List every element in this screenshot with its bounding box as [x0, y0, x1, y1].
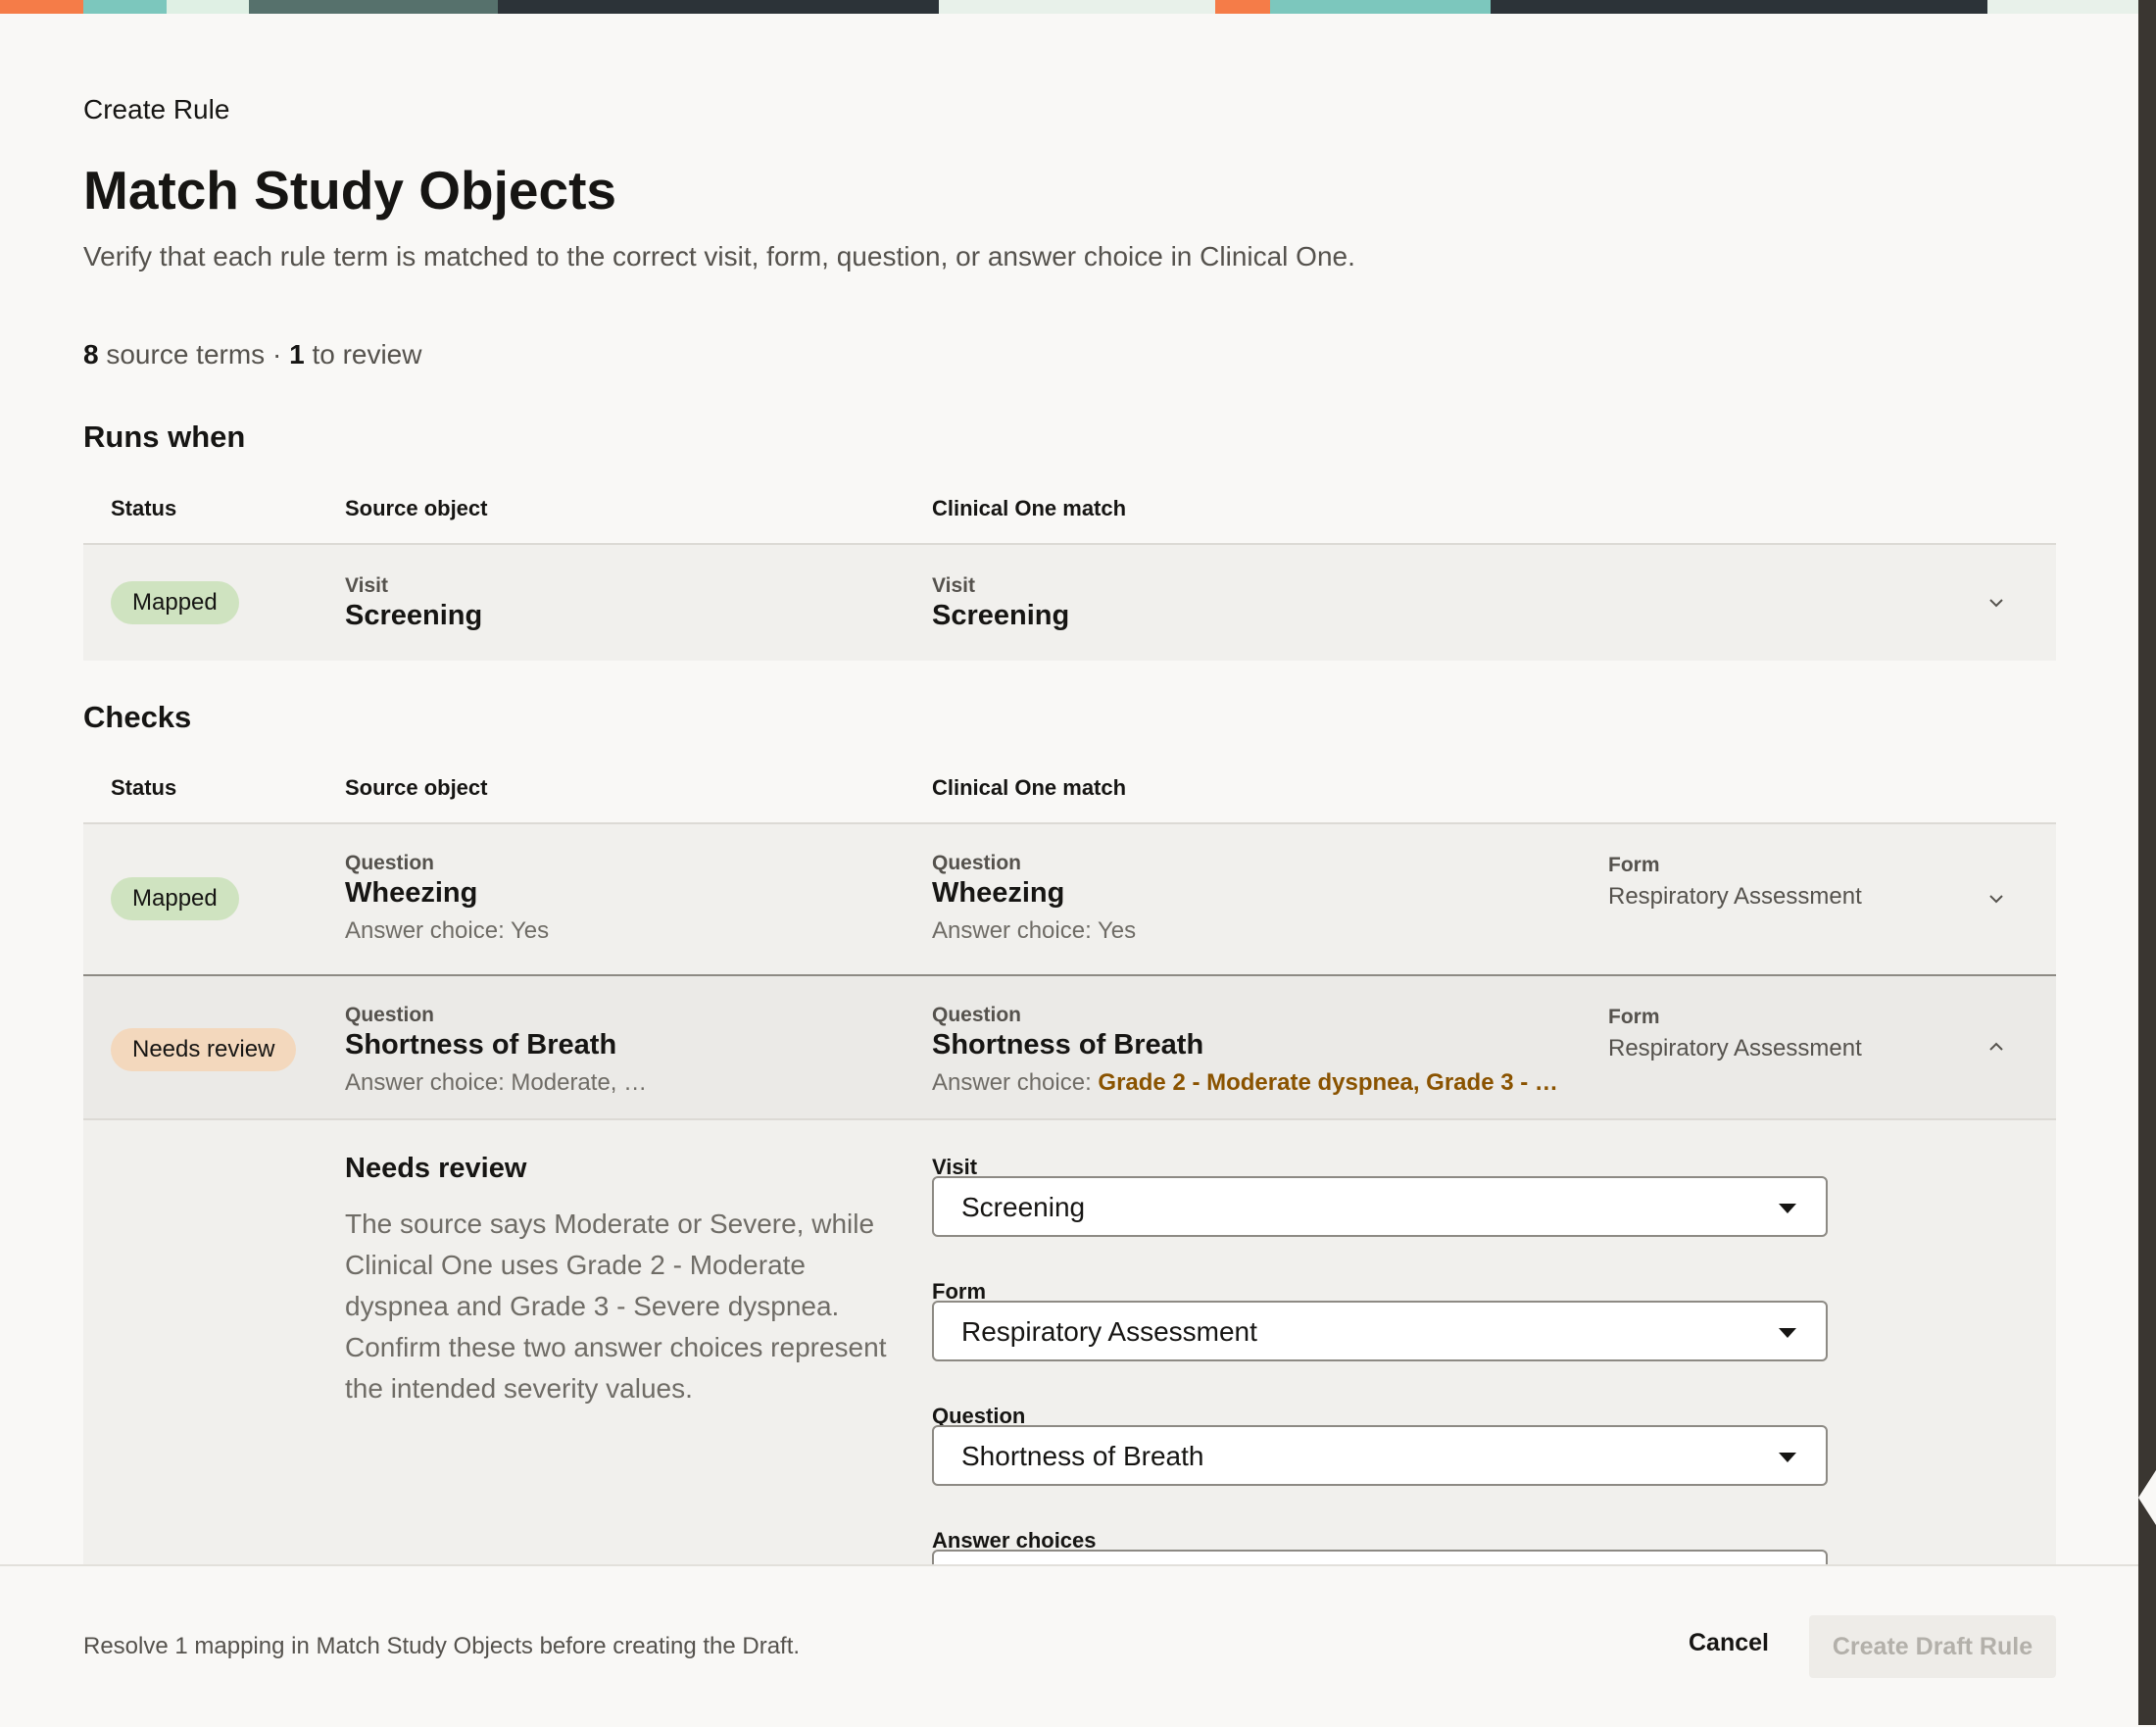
caret-down-icon	[1779, 1453, 1796, 1462]
modal-content: Create Rule Match Study Objects Verify t…	[83, 14, 2056, 1564]
banner-segment	[0, 0, 83, 14]
detail-description: The source says Moderate or Severe, whil…	[345, 1209, 887, 1404]
footer-bar: Resolve 1 mapping in Match Study Objects…	[0, 1564, 2138, 1727]
table-row[interactable]: Mapped Visit Screening Visit Screening	[83, 545, 2056, 661]
banner-segment	[1987, 0, 2156, 14]
checks-heading: Checks	[83, 700, 192, 734]
form-info: Form Respiratory Assessment	[1608, 854, 1862, 911]
create-draft-rule-button[interactable]: Create Draft Rule	[1809, 1615, 2056, 1678]
source-answer: Answer choice: Moderate, …	[345, 1069, 648, 1096]
page-subtitle: Verify that each rule term is matched to…	[83, 241, 1355, 271]
source-type: Question	[345, 1004, 435, 1026]
chevron-down-icon[interactable]	[1985, 888, 2007, 910]
form-select[interactable]: Respiratory Assessment	[932, 1301, 1828, 1361]
chevron-down-icon[interactable]	[1985, 592, 2007, 614]
visit-select-value: Screening	[961, 1192, 1086, 1222]
summary-counts: 8 source terms · 1 to review	[83, 339, 421, 370]
question-select[interactable]: Shortness of Breath	[932, 1425, 1828, 1486]
match-name: Screening	[932, 600, 1070, 631]
match-answer: Answer choice: Yes	[932, 917, 1137, 944]
answer-choices-select[interactable]	[932, 1550, 1828, 1564]
caret-down-icon	[1779, 1328, 1796, 1338]
match-type: Question	[932, 852, 1022, 874]
form-label: Form	[1608, 1006, 1660, 1028]
match-type: Question	[932, 1004, 1022, 1026]
status-badge: Mapped	[111, 581, 239, 624]
form-value: Respiratory Assessment	[1608, 1035, 1862, 1061]
status-badge: Needs review	[111, 1028, 297, 1071]
cancel-button[interactable]: Cancel	[1689, 1629, 1769, 1657]
match-name: Shortness of Breath	[932, 1029, 1204, 1061]
match-object: Question Wheezing Answer choice: Yes	[932, 852, 1136, 945]
review-label: to review	[312, 339, 422, 370]
form-value: Respiratory Assessment	[1608, 883, 1862, 910]
col-status: Status	[111, 775, 177, 800]
match-object: Visit Screening	[932, 574, 1069, 632]
source-name: Shortness of Breath	[345, 1029, 617, 1061]
runs-when-table-header: Status Source object Clinical One match	[83, 484, 2056, 545]
banner-segment	[167, 0, 249, 14]
runs-when-heading: Runs when	[83, 419, 246, 454]
checks-table-header: Status Source object Clinical One match	[83, 764, 2056, 824]
source-type: Visit	[345, 574, 388, 597]
col-source: Source object	[345, 775, 488, 800]
match-name: Wheezing	[932, 877, 1065, 909]
breadcrumb: Create Rule	[83, 94, 230, 124]
banner-segment	[83, 0, 167, 14]
form-info: Form Respiratory Assessment	[1608, 1006, 1862, 1062]
col-match: Clinical One match	[932, 775, 1127, 800]
answer-highlight: Grade 2 - Moderate dyspnea, Grade 3 - …	[1098, 1069, 1558, 1096]
banner-segment	[1491, 0, 1987, 14]
banner-segment	[1215, 0, 1270, 14]
source-object: Visit Screening	[345, 574, 482, 632]
banner-segment	[249, 0, 498, 14]
source-object: Question Shortness of Breath Answer choi…	[345, 1004, 647, 1097]
status-badge: Mapped	[111, 877, 239, 920]
table-row[interactable]: Mapped Question Wheezing Answer choice: …	[83, 824, 2056, 976]
page-title: Match Study Objects	[83, 160, 616, 221]
source-name: Screening	[345, 600, 483, 631]
review-count: 1	[289, 339, 305, 370]
source-answer: Answer choice: Yes	[345, 917, 550, 944]
source-type: Question	[345, 852, 435, 874]
match-answer: Answer choice: Grade 2 - Moderate dyspne…	[932, 1069, 1558, 1097]
question-select-value: Shortness of Breath	[961, 1441, 1204, 1471]
form-select-value: Respiratory Assessment	[961, 1316, 1257, 1347]
source-name: Wheezing	[345, 877, 478, 909]
source-object: Question Wheezing Answer choice: Yes	[345, 852, 549, 945]
footer-message: Resolve 1 mapping in Match Study Objects…	[83, 1633, 801, 1659]
col-status: Status	[111, 496, 177, 520]
summary-separator: ·	[271, 339, 282, 370]
banner-segment	[939, 0, 1215, 14]
source-count: 8	[83, 339, 99, 370]
panel-collapse-notch[interactable]	[2138, 1470, 2156, 1525]
table-row-expanded[interactable]: Needs review Question Shortness of Breat…	[83, 976, 2056, 1120]
detail-title: Needs review	[345, 1153, 527, 1184]
chevron-up-icon[interactable]	[1985, 1036, 2007, 1058]
decorative-banner	[0, 0, 2156, 14]
source-label: source terms	[106, 339, 266, 370]
banner-segment	[1270, 0, 1491, 14]
caret-down-icon	[1779, 1204, 1796, 1213]
answer-prefix: Answer choice:	[932, 1069, 1099, 1096]
col-source: Source object	[345, 496, 488, 520]
banner-segment	[498, 0, 939, 14]
col-match: Clinical One match	[932, 496, 1127, 520]
match-type: Visit	[932, 574, 975, 597]
side-panel-edge	[2138, 0, 2156, 1725]
match-object: Question Shortness of Breath Answer choi…	[932, 1004, 1558, 1097]
form-label: Form	[1608, 854, 1660, 876]
visit-select[interactable]: Screening	[932, 1176, 1828, 1237]
